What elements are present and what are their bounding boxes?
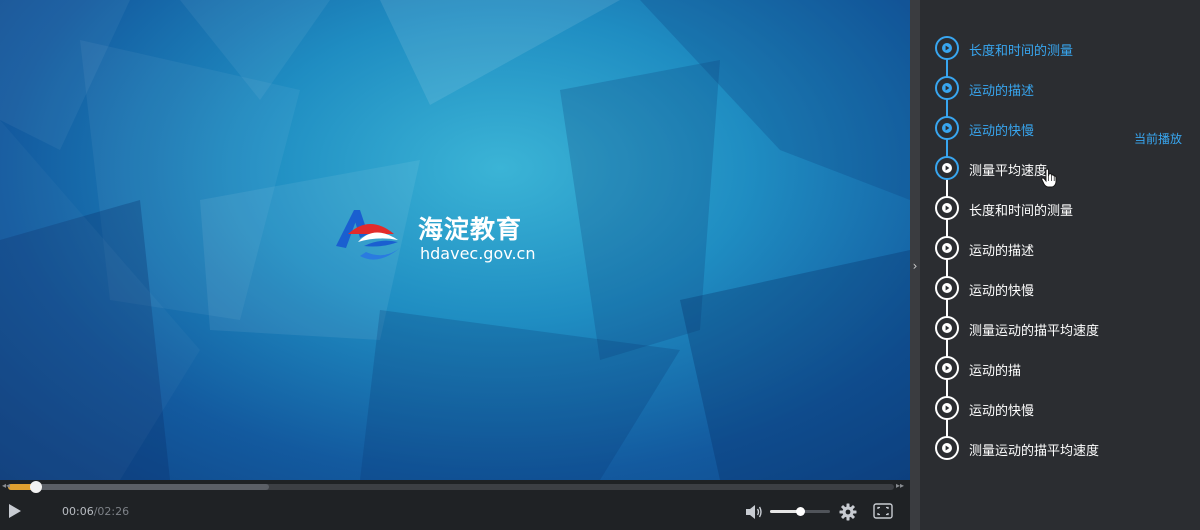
play-circle-icon[interactable] bbox=[935, 316, 959, 340]
playlist-item-label: 测量运动的描平均速度 bbox=[969, 444, 1100, 459]
playlist-item[interactable]: 运动的描述 bbox=[935, 76, 1185, 100]
playlist-item[interactable]: 运动的描 bbox=[935, 356, 1185, 380]
play-circle-icon[interactable] bbox=[935, 156, 959, 180]
logo-mark-icon bbox=[336, 210, 400, 260]
playlist-item-label: 运动的描述 bbox=[969, 244, 1035, 259]
playlist-item-label: 测量运动的描平均速度 bbox=[969, 324, 1100, 339]
video-canvas[interactable]: 海淀教育 hdavec.gov.cn bbox=[0, 0, 910, 480]
video-player: 海淀教育 hdavec.gov.cn ◂◂ ▸▸ 00:06/02:26 › 当… bbox=[0, 0, 1200, 530]
timeline-watched-line bbox=[946, 48, 948, 168]
play-circle-icon[interactable] bbox=[935, 236, 959, 260]
playlist-item[interactable]: 长度和时间的测量 bbox=[935, 196, 1185, 220]
playlist-item-label: 长度和时间的测量 bbox=[969, 44, 1074, 59]
playlist-item-label: 运动的描述 bbox=[969, 84, 1035, 99]
volume-handle[interactable] bbox=[796, 507, 805, 516]
time-display: 00:06/02:26 bbox=[62, 505, 129, 518]
playlist-item-label: 运动的快慢 bbox=[969, 404, 1035, 419]
playlist-item-label: 运动的快慢 bbox=[969, 124, 1035, 139]
seek-forward-icon[interactable]: ▸▸ bbox=[896, 481, 904, 491]
playlist-item[interactable]: 测量运动的描平均速度 bbox=[935, 316, 1185, 340]
current-time: 00:06 bbox=[62, 505, 94, 518]
playlist-item-label: 运动的描 bbox=[969, 364, 1022, 379]
brand-title: 海淀教育 bbox=[418, 215, 523, 244]
playlist-item[interactable]: 测量运动的描平均速度 bbox=[935, 436, 1185, 460]
volume-slider[interactable] bbox=[770, 507, 830, 516]
playlist-item-label: 测量平均速度 bbox=[969, 164, 1048, 179]
volume-icon[interactable] bbox=[745, 504, 763, 520]
play-circle-icon[interactable] bbox=[935, 196, 959, 220]
collapse-panel-chevron-icon[interactable]: › bbox=[910, 255, 920, 277]
hand-cursor-icon bbox=[1041, 168, 1057, 188]
play-icon[interactable] bbox=[8, 503, 22, 519]
playlist-item-label: 长度和时间的测量 bbox=[969, 204, 1074, 219]
buffered-bar bbox=[8, 484, 270, 490]
play-circle-icon[interactable] bbox=[935, 276, 959, 300]
playlist-item[interactable]: 测量平均速度 bbox=[935, 156, 1185, 180]
seek-handle[interactable] bbox=[30, 481, 43, 493]
playlist-item[interactable]: 长度和时间的测量 bbox=[935, 36, 1185, 60]
play-circle-icon[interactable] bbox=[935, 436, 959, 460]
brand-url: hdavec.gov.cn bbox=[420, 244, 536, 263]
playlist-item[interactable]: 运动的快慢 bbox=[935, 396, 1185, 420]
playlist-panel: 当前播放 长度和时间的测量 运动的描述 运动的快慢 测量平均速度 长度和时间的测量 运动的… bbox=[920, 0, 1200, 530]
play-circle-icon[interactable] bbox=[935, 116, 959, 140]
haidian-education-logo: 海淀教育 hdavec.gov.cn bbox=[334, 208, 544, 268]
play-circle-icon[interactable] bbox=[935, 36, 959, 60]
play-circle-icon[interactable] bbox=[935, 356, 959, 380]
playlist-item[interactable]: 运动的描述 bbox=[935, 236, 1185, 260]
play-circle-icon[interactable] bbox=[935, 396, 959, 420]
seek-back-icon[interactable]: ◂◂ bbox=[2, 481, 10, 491]
play-circle-icon[interactable] bbox=[935, 76, 959, 100]
playlist-item[interactable]: 运动的快慢 bbox=[935, 276, 1185, 300]
duration: /02:26 bbox=[93, 505, 130, 518]
progress-bar[interactable] bbox=[8, 481, 894, 493]
playlist-item[interactable]: 运动的快慢 bbox=[935, 116, 1185, 140]
playlist-item-label: 运动的快慢 bbox=[969, 284, 1035, 299]
gear-icon[interactable] bbox=[839, 503, 857, 521]
fullscreen-icon[interactable] bbox=[873, 503, 893, 519]
control-bar: ◂◂ ▸▸ 00:06/02:26 bbox=[0, 480, 910, 530]
